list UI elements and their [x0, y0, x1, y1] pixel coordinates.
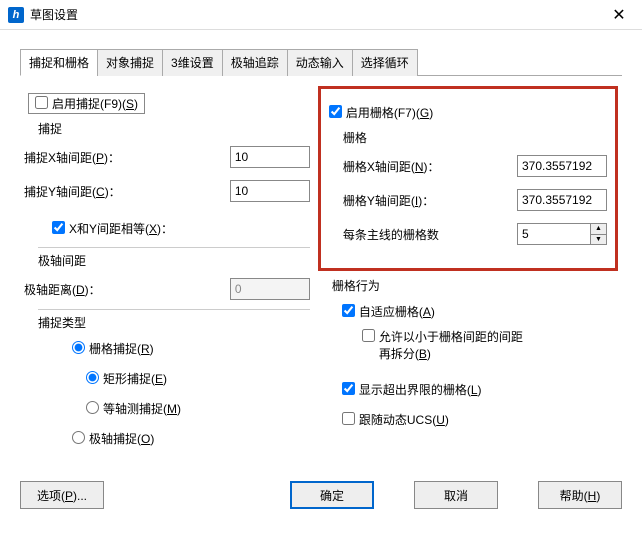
rect-snap-radio[interactable]: [86, 371, 99, 384]
show-beyond-label: 显示超出界限的栅格(L): [359, 381, 482, 398]
enable-grid-checkbox[interactable]: [329, 105, 342, 118]
show-beyond-checkbox[interactable]: [342, 382, 355, 395]
polar-dist-input: [230, 278, 310, 300]
subdivide-label: 允许以小于栅格间距的间距 再拆分(B): [379, 328, 523, 362]
adaptive-label: 自适应栅格(A): [359, 303, 435, 320]
tab-dynamic[interactable]: 动态输入: [287, 49, 353, 76]
polar-dist-label: 极轴距离(D)：: [24, 281, 230, 298]
snap-x-label: 捕捉X轴间距(P)：: [24, 149, 230, 166]
enable-grid-label: 启用栅格(F7)(G): [346, 104, 433, 121]
iso-snap-label: 等轴测捕捉(M): [103, 400, 181, 417]
snap-y-label: 捕捉Y轴间距(C)：: [24, 183, 230, 200]
tab-bar: 捕捉和栅格 对象捕捉 3维设置 极轴追踪 动态输入 选择循环: [20, 48, 622, 76]
polar-spacing-label: 极轴间距: [38, 252, 310, 269]
equal-xy-label: X和Y间距相等(X)：: [69, 220, 173, 237]
snap-y-input[interactable]: [230, 180, 310, 202]
tab-selection[interactable]: 选择循环: [352, 49, 418, 76]
snap-type-label: 捕捉类型: [38, 314, 310, 331]
grid-snap-label: 栅格捕捉(R): [89, 340, 154, 357]
follow-ucs-checkbox[interactable]: [342, 412, 355, 425]
window-title: 草图设置: [30, 6, 596, 23]
iso-snap-radio[interactable]: [86, 401, 99, 414]
tab-polar[interactable]: 极轴追踪: [222, 49, 288, 76]
grid-y-input[interactable]: [517, 189, 607, 211]
major-lines-label: 每条主线的栅格数: [343, 226, 517, 243]
app-icon: h: [8, 7, 24, 23]
enable-snap-checkbox[interactable]: [35, 96, 48, 109]
grid-snap-radio[interactable]: [72, 341, 85, 354]
grid-behavior-label: 栅格行为: [332, 277, 618, 294]
enable-snap-label: 启用捕捉(F9)(S): [52, 95, 138, 112]
tab-3d[interactable]: 3维设置: [162, 49, 223, 76]
equal-xy-checkbox[interactable]: [52, 221, 65, 234]
snap-group-label: 捕捉: [38, 120, 310, 137]
options-button[interactable]: 选项(P)...: [20, 481, 104, 509]
major-lines-input[interactable]: [517, 223, 591, 245]
spinner-buttons[interactable]: ▲▼: [591, 223, 607, 245]
grid-x-label: 栅格X轴间距(N)：: [343, 158, 517, 175]
polar-snap-label: 极轴捕捉(O): [89, 430, 154, 447]
follow-ucs-label: 跟随动态UCS(U): [359, 411, 449, 428]
highlight-box: 启用栅格(F7)(G) 栅格 栅格X轴间距(N)： 栅格Y轴间距(I)： 每条主…: [318, 86, 618, 271]
subdivide-checkbox[interactable]: [362, 329, 375, 342]
snap-x-input[interactable]: [230, 146, 310, 168]
rect-snap-label: 矩形捕捉(E): [103, 370, 167, 387]
help-button[interactable]: 帮助(H): [538, 481, 622, 509]
polar-snap-radio[interactable]: [72, 431, 85, 444]
grid-group-label: 栅格: [343, 129, 607, 146]
grid-y-label: 栅格Y轴间距(I)：: [343, 192, 517, 209]
cancel-button[interactable]: 取消: [414, 481, 498, 509]
ok-button[interactable]: 确定: [290, 481, 374, 509]
tab-snap-grid[interactable]: 捕捉和栅格: [20, 49, 98, 76]
grid-x-input[interactable]: [517, 155, 607, 177]
close-icon[interactable]: ✕: [596, 0, 642, 30]
adaptive-checkbox[interactable]: [342, 304, 355, 317]
tab-object-snap[interactable]: 对象捕捉: [97, 49, 163, 76]
